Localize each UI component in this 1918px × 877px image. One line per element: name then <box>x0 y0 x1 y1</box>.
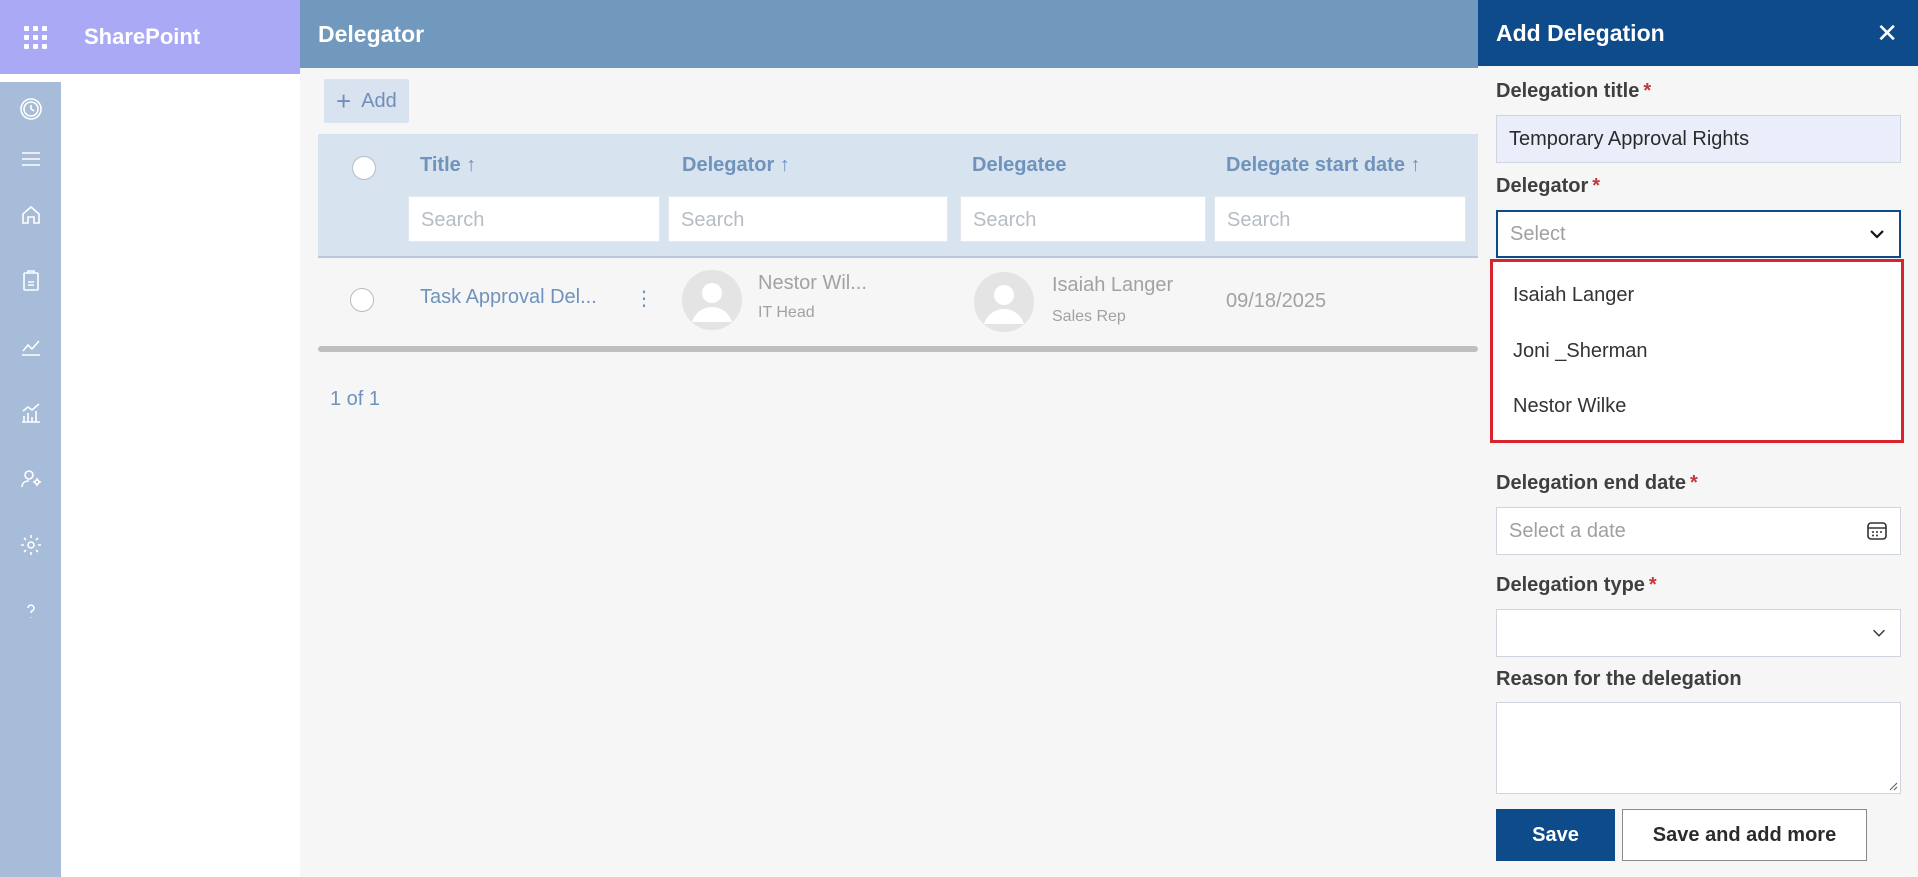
help-icon[interactable] <box>16 596 46 626</box>
add-button-label: Add <box>361 89 397 112</box>
save-and-add-more-button[interactable]: Save and add more <box>1622 809 1867 861</box>
left-rail <box>0 82 61 877</box>
table-row[interactable]: Task Approval Del... ⋮ Nestor Wil... IT … <box>318 258 1478 346</box>
line-chart-icon[interactable] <box>16 332 46 362</box>
page-title: Delegator <box>318 20 425 47</box>
row-select-radio[interactable] <box>350 288 374 312</box>
column-header-delegatee[interactable]: Delegatee <box>972 154 1067 177</box>
reason-textarea[interactable] <box>1496 702 1901 794</box>
end-date-picker[interactable]: Select a date <box>1496 507 1901 555</box>
dropdown-option[interactable]: Isaiah Langer <box>1513 284 1634 307</box>
delegatee-role: Sales Rep <box>1052 308 1126 325</box>
resize-handle-icon[interactable] <box>1888 781 1898 791</box>
close-icon[interactable]: ✕ <box>1876 20 1898 46</box>
chevron-down-icon <box>1870 230 1884 239</box>
start-date-search-input[interactable]: Search <box>1214 196 1466 242</box>
select-all-radio[interactable] <box>352 156 376 180</box>
clipboard-icon[interactable] <box>16 266 46 296</box>
end-date-label: Delegation end date * <box>1496 472 1698 494</box>
page-canvas <box>61 74 300 877</box>
grid-header: Title ↑ Delegator ↑ Delegatee Delegate s… <box>318 134 1478 258</box>
column-header-delegator[interactable]: Delegator ↑ <box>682 154 790 177</box>
delegator-name: Nestor Wil... <box>758 272 867 294</box>
clock-icon[interactable] <box>16 94 46 124</box>
delegation-title-input[interactable]: Temporary Approval Rights <box>1496 115 1901 163</box>
delegatee-search-input[interactable]: Search <box>960 196 1206 242</box>
reason-label: Reason for the delegation <box>1496 668 1742 690</box>
settings-icon[interactable] <box>16 530 46 560</box>
delegator-select[interactable]: Select <box>1496 210 1901 258</box>
title-search-input[interactable]: Search <box>408 196 660 242</box>
horizontal-scrollbar[interactable] <box>318 346 1478 352</box>
delegator-role: IT Head <box>758 304 815 321</box>
menu-icon[interactable] <box>16 144 46 174</box>
delegation-type-select[interactable] <box>1496 609 1901 657</box>
delegator-dropdown: Isaiah Langer Joni _Sherman Nestor Wilke <box>1490 259 1904 443</box>
plus-icon: + <box>336 86 352 116</box>
chevron-down-icon <box>1873 629 1885 637</box>
add-delegation-panel: Add Delegation ✕ Delegation title * Tempo… <box>1478 0 1918 877</box>
page-header: Delegator <box>300 0 1478 68</box>
panel-header: Add Delegation ✕ <box>1478 0 1918 66</box>
delegation-title-label: Delegation title * <box>1496 80 1652 102</box>
column-header-title[interactable]: Title ↑ <box>420 154 476 177</box>
bar-chart-icon[interactable] <box>16 398 46 428</box>
dropdown-option[interactable]: Joni _Sherman <box>1513 340 1648 363</box>
dropdown-option[interactable]: Nestor Wilke <box>1513 395 1626 418</box>
user-settings-icon[interactable] <box>16 464 46 494</box>
home-icon[interactable] <box>16 200 46 230</box>
delegator-label: Delegator * <box>1496 175 1601 197</box>
row-title-link[interactable]: Task Approval Del... <box>420 286 597 309</box>
column-header-start-date[interactable]: Delegate start date ↑ <box>1226 154 1421 177</box>
delegatee-name: Isaiah Langer <box>1052 274 1174 296</box>
calendar-icon[interactable] <box>1866 520 1888 542</box>
add-button[interactable]: + Add <box>324 79 409 123</box>
row-start-date: 09/18/2025 <box>1226 290 1327 312</box>
delegator-avatar <box>682 270 742 330</box>
suite-bar: SharePoint <box>0 0 300 74</box>
delegation-type-label: Delegation type * <box>1496 574 1657 596</box>
command-bar: + Add <box>300 68 1478 134</box>
brand-name[interactable]: SharePoint <box>84 24 200 50</box>
app-launcher-icon[interactable] <box>0 0 70 74</box>
delegator-search-input[interactable]: Search <box>668 196 948 242</box>
panel-title: Add Delegation <box>1496 19 1665 46</box>
more-actions-icon[interactable]: ⋮ <box>634 286 654 311</box>
delegatee-avatar <box>974 272 1034 332</box>
save-button[interactable]: Save <box>1496 809 1615 861</box>
pager-text: 1 of 1 <box>330 388 381 410</box>
main-content: Delegator + Add Title ↑ Delegator ↑ Dele… <box>300 0 1478 877</box>
